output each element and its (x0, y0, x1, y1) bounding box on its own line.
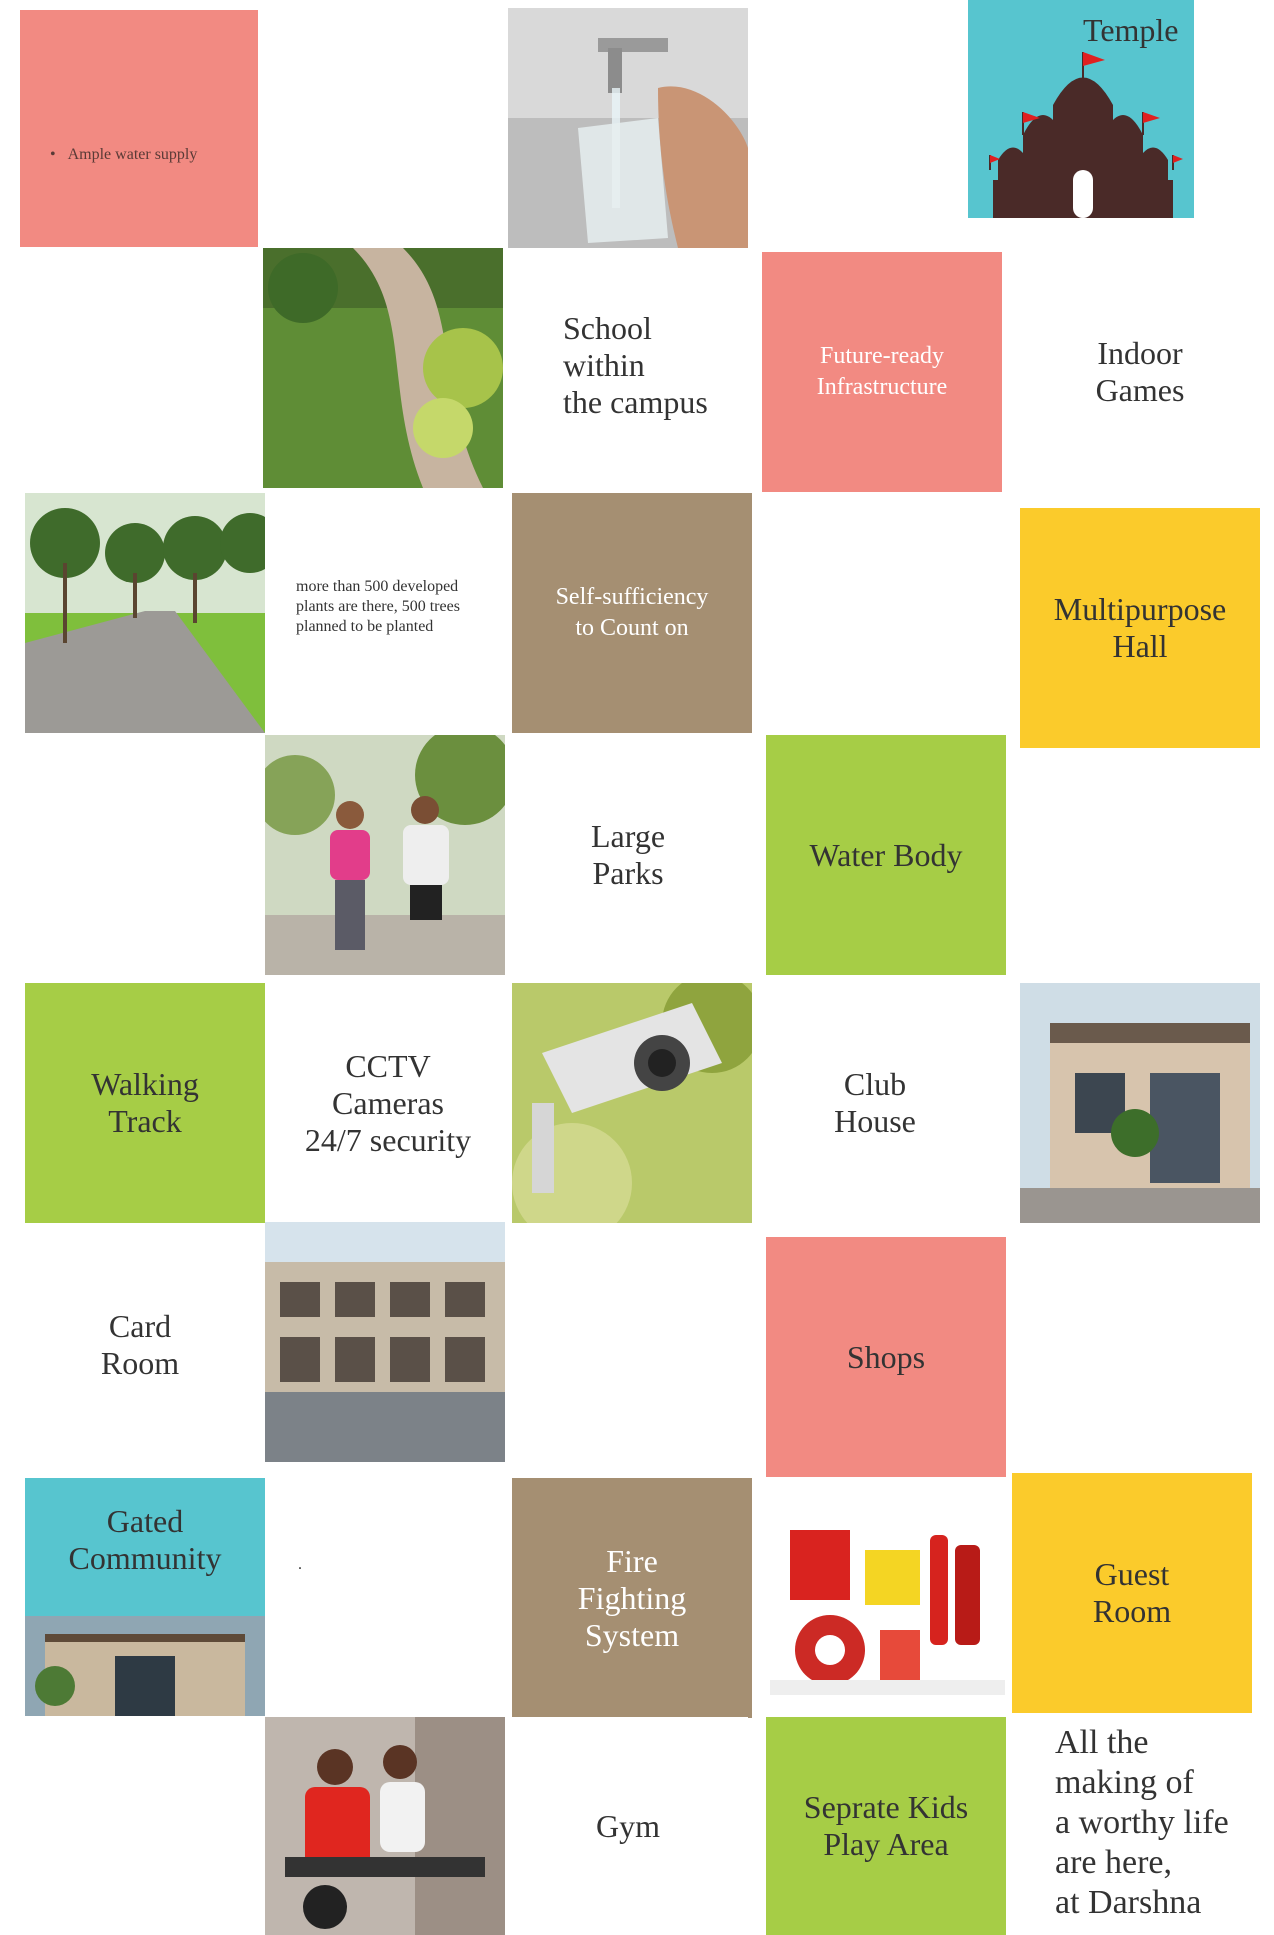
school-tile: School within the campus (508, 248, 748, 488)
gym-label: Gym (596, 1807, 660, 1844)
walking-track-label: Walking Track (91, 1066, 199, 1139)
indoor-games-label: Indoor Games (1095, 335, 1185, 408)
card-room-label: Card Room (100, 1308, 180, 1381)
fire-fighting-label: Fire Fighting System (577, 1542, 687, 1653)
self-sufficiency-tile: Self-sufficiency to Count on (512, 493, 752, 733)
guest-room-label: Guest Room (1092, 1556, 1172, 1629)
club-house-label: Club House (834, 1066, 916, 1139)
cctv-label: CCTV Cameras 24/7 security (304, 1047, 472, 1158)
water-body-label: Water Body (809, 836, 963, 873)
shops-tile: Shops (766, 1237, 1006, 1477)
large-parks-tile: Large Parks (508, 735, 748, 975)
walking-track-tile: Walking Track (25, 983, 265, 1223)
joggers-image (265, 735, 505, 975)
dot-tile: . (268, 1478, 508, 1718)
fire-fighting-tile: Fire Fighting System (512, 1478, 752, 1718)
temple-tile: Temple (968, 0, 1194, 218)
gated-community-tile: Gated Community (25, 1478, 265, 1716)
dot-label: . (298, 1556, 302, 1573)
tagline-text: All the making of a worthy life are here… (1055, 1724, 1229, 1921)
plants-tile: more than 500 developed plants are there… (268, 493, 483, 733)
multipurpose-hall-label: Multipurpose Hall (1053, 591, 1227, 664)
kids-play-area-tile: Seprate Kids Play Area (766, 1717, 1006, 1935)
water-tap-image (508, 8, 748, 248)
gated-community-label: Gated Community (68, 1503, 222, 1576)
club-house-image (1020, 983, 1260, 1223)
gym-tile: Gym (508, 1717, 748, 1935)
water-body-tile: Water Body (766, 735, 1006, 975)
gym-image (265, 1717, 505, 1935)
cctv-tile: CCTV Cameras 24/7 security (268, 983, 508, 1223)
shops-label: Shops (846, 1338, 926, 1375)
kids-play-area-label: Seprate Kids Play Area (803, 1789, 969, 1862)
plants-label: more than 500 developed plants are there… (296, 578, 460, 635)
future-ready-label: Future-ready Infrastructure (816, 343, 948, 400)
ample-water-tile: • Ample water supply (20, 10, 258, 247)
shops-building-image (265, 1222, 505, 1462)
fire-equipment-image (770, 1520, 1005, 1695)
cctv-camera-image (512, 983, 752, 1223)
tagline-tile: All the making of a worthy life are here… (1012, 1717, 1274, 1935)
large-parks-label: Large Parks (590, 818, 666, 891)
future-ready-tile: Future-ready Infrastructure (762, 252, 1002, 492)
ample-water-label: Ample water supply (67, 146, 198, 163)
gated-entrance-image (25, 1616, 265, 1716)
club-house-tile: Club House (755, 983, 995, 1223)
guest-room-tile: Guest Room (1012, 1473, 1252, 1713)
garden-path-image (263, 248, 503, 488)
school-label: School within the campus (563, 310, 708, 420)
temple-icon (989, 52, 1183, 218)
tree-lined-walkway-image (25, 493, 265, 733)
bullet-icon: • (50, 146, 56, 163)
indoor-games-tile: Indoor Games (1020, 252, 1260, 492)
self-sufficiency-label: Self-sufficiency to Count on (555, 584, 709, 641)
card-room-tile: Card Room (20, 1225, 260, 1465)
multipurpose-hall-tile: Multipurpose Hall (1020, 508, 1260, 748)
